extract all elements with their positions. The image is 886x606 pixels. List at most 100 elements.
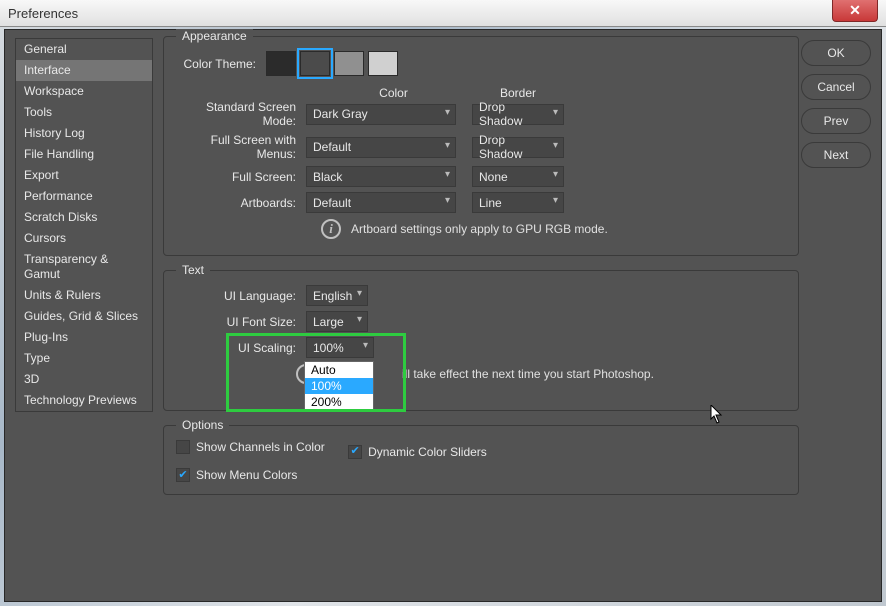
border-column-header: Border xyxy=(471,86,565,100)
ui-scaling-option-100[interactable]: 100% xyxy=(305,378,373,394)
options-legend: Options xyxy=(176,418,229,432)
sidebar-item-label: Interface xyxy=(24,63,71,77)
checkbox-icon: ✔ xyxy=(176,468,190,482)
artboards-border-select[interactable]: Line xyxy=(472,192,564,213)
checkbox-label: Dynamic Color Sliders xyxy=(368,445,487,459)
select-value: Default xyxy=(313,196,351,210)
full-screen-border-select[interactable]: None xyxy=(472,166,564,187)
full-screen-menus-color-select[interactable]: Default xyxy=(306,137,456,158)
show-channels-checkbox[interactable]: Show Channels in Color xyxy=(176,440,325,454)
sidebar-item-label: Workspace xyxy=(24,84,84,98)
sidebar-item-scratch-disks[interactable]: Scratch Disks xyxy=(16,207,152,228)
sidebar-item-history-log[interactable]: History Log xyxy=(16,123,152,144)
text-legend: Text xyxy=(176,263,210,277)
text-group: Text UI Language: English UI Font Size: … xyxy=(163,270,799,411)
dynamic-sliders-checkbox[interactable]: ✔ Dynamic Color Sliders xyxy=(348,445,487,459)
prev-button[interactable]: Prev xyxy=(801,108,871,134)
cancel-button[interactable]: Cancel xyxy=(801,74,871,100)
sidebar-item-label: Plug-Ins xyxy=(24,330,68,344)
color-column-header: Color xyxy=(316,86,471,100)
ui-scaling-dropdown[interactable]: Auto 100% 200% xyxy=(304,361,374,411)
select-value: Drop Shadow xyxy=(479,100,545,128)
sidebar-item-label: Technology Previews xyxy=(24,393,137,407)
select-value: Black xyxy=(313,170,342,184)
sidebar-item-label: Performance xyxy=(24,189,93,203)
select-value: Dark Gray xyxy=(313,107,368,121)
sidebar-item-3d[interactable]: 3D xyxy=(16,369,152,390)
sidebar-item-transparency-gamut[interactable]: Transparency & Gamut xyxy=(16,249,152,285)
theme-swatch-dark[interactable] xyxy=(300,51,330,76)
preferences-dialog: General Interface Workspace Tools Histor… xyxy=(4,29,882,602)
close-icon: ✕ xyxy=(849,2,861,18)
select-value: Drop Shadow xyxy=(479,133,545,161)
appearance-group: Appearance Color Theme: Color Border Sta… xyxy=(163,36,799,256)
select-value: Line xyxy=(479,196,502,210)
sidebar-item-file-handling[interactable]: File Handling xyxy=(16,144,152,165)
full-screen-color-select[interactable]: Black xyxy=(306,166,456,187)
title-bar: Preferences ✕ xyxy=(0,0,886,27)
sidebar-item-label: Scratch Disks xyxy=(24,210,97,224)
standard-screen-mode-label: Standard Screen Mode: xyxy=(176,100,306,128)
sidebar-item-guides-grid-slices[interactable]: Guides, Grid & Slices xyxy=(16,306,152,327)
artboards-color-select[interactable]: Default xyxy=(306,192,456,213)
sidebar-item-label: Tools xyxy=(24,105,52,119)
button-label: Cancel xyxy=(817,80,854,94)
artboards-label: Artboards: xyxy=(176,196,306,210)
sidebar-item-workspace[interactable]: Workspace xyxy=(16,81,152,102)
select-value: Large xyxy=(313,315,344,329)
sidebar-item-label: Guides, Grid & Slices xyxy=(24,309,138,323)
sidebar-item-label: Export xyxy=(24,168,59,182)
sidebar-item-label: Transparency & Gamut xyxy=(24,252,108,281)
button-label: Prev xyxy=(824,114,849,128)
info-icon: i xyxy=(321,219,341,239)
full-screen-menus-label: Full Screen with Menus: xyxy=(176,133,306,161)
appearance-legend: Appearance xyxy=(176,29,253,43)
window-close-button[interactable]: ✕ xyxy=(832,0,878,22)
sidebar-item-cursors[interactable]: Cursors xyxy=(16,228,152,249)
scaling-info-text: ill take effect the next time you start … xyxy=(402,367,654,381)
sidebar-item-interface[interactable]: Interface xyxy=(16,60,152,81)
sidebar-item-label: History Log xyxy=(24,126,85,140)
sidebar-item-tools[interactable]: Tools xyxy=(16,102,152,123)
next-button[interactable]: Next xyxy=(801,142,871,168)
select-value: Default xyxy=(313,140,351,154)
standard-screen-border-select[interactable]: Drop Shadow xyxy=(472,104,564,125)
select-value: English xyxy=(313,289,352,303)
sidebar-item-performance[interactable]: Performance xyxy=(16,186,152,207)
ui-language-label: UI Language: xyxy=(176,289,306,303)
artboard-info-text: Artboard settings only apply to GPU RGB … xyxy=(351,222,608,236)
color-theme-label: Color Theme: xyxy=(176,57,266,71)
ui-language-select[interactable]: English xyxy=(306,285,368,306)
theme-swatch-light[interactable] xyxy=(368,51,398,76)
ui-scaling-option-200[interactable]: 200% xyxy=(305,394,373,410)
ui-scaling-option-auto[interactable]: Auto xyxy=(305,362,373,378)
sidebar-item-label: Cursors xyxy=(24,231,66,245)
sidebar-item-type[interactable]: Type xyxy=(16,348,152,369)
button-label: OK xyxy=(827,46,844,60)
options-group: Options Show Channels in Color ✔ Dynamic… xyxy=(163,425,799,495)
standard-screen-color-select[interactable]: Dark Gray xyxy=(306,104,456,125)
ui-font-size-label: UI Font Size: xyxy=(176,315,306,329)
sidebar-item-export[interactable]: Export xyxy=(16,165,152,186)
sidebar-item-label: Type xyxy=(24,351,50,365)
theme-swatch-medium[interactable] xyxy=(334,51,364,76)
window-title: Preferences xyxy=(8,6,78,21)
checkbox-label: Show Menu Colors xyxy=(196,468,297,482)
sidebar-item-label: Units & Rulers xyxy=(24,288,101,302)
ui-font-size-select[interactable]: Large xyxy=(306,311,368,332)
ui-scaling-label: UI Scaling: xyxy=(176,341,306,355)
theme-swatch-darkest[interactable] xyxy=(266,51,296,76)
sidebar-item-technology-previews[interactable]: Technology Previews xyxy=(16,390,152,411)
show-menu-colors-checkbox[interactable]: ✔ Show Menu Colors xyxy=(176,468,297,482)
sidebar-item-label: File Handling xyxy=(24,147,94,161)
full-screen-menus-border-select[interactable]: Drop Shadow xyxy=(472,137,564,158)
sidebar-item-plug-ins[interactable]: Plug-Ins xyxy=(16,327,152,348)
checkbox-icon: ✔ xyxy=(348,445,362,459)
button-label: Next xyxy=(824,148,849,162)
ui-scaling-select[interactable]: 100% xyxy=(306,337,374,358)
sidebar-item-general[interactable]: General xyxy=(16,39,152,60)
sidebar-item-units-rulers[interactable]: Units & Rulers xyxy=(16,285,152,306)
checkbox-icon xyxy=(176,440,190,454)
sidebar-item-label: General xyxy=(24,42,67,56)
ok-button[interactable]: OK xyxy=(801,40,871,66)
